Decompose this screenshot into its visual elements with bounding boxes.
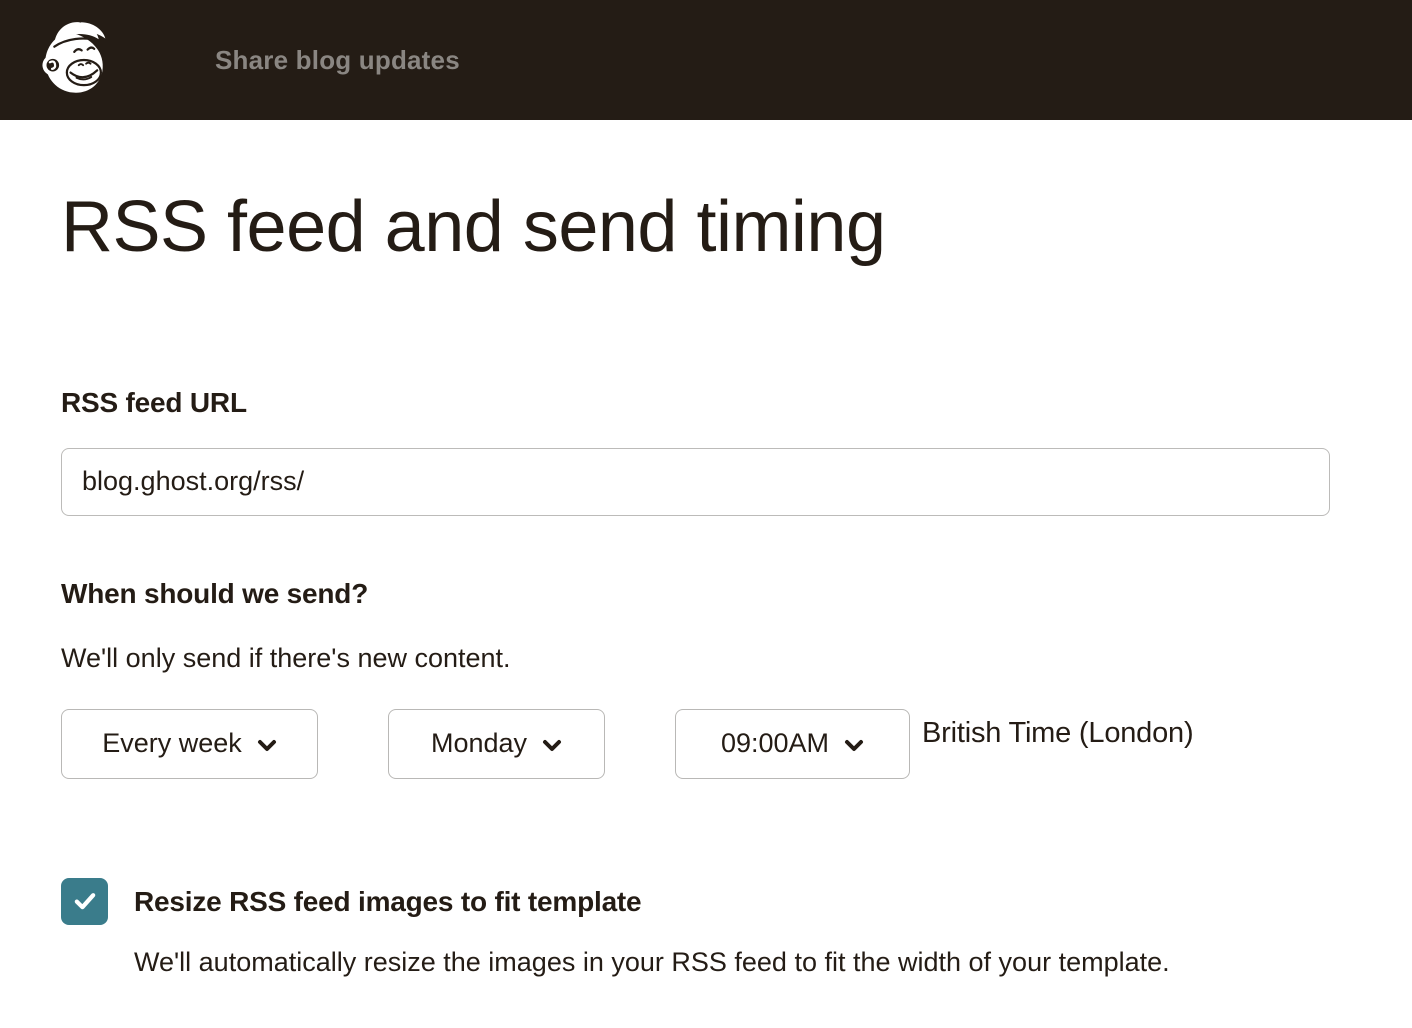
send-timing-heading: When should we send? xyxy=(61,578,1330,610)
timezone-label: British Time (London) xyxy=(922,709,1193,750)
campaign-title: Share blog updates xyxy=(215,45,460,76)
rss-url-label: RSS feed URL xyxy=(61,387,1330,419)
time-select-value: 09:00AM xyxy=(721,728,829,759)
frequency-select[interactable]: Every week xyxy=(61,709,318,779)
frequency-select-value: Every week xyxy=(102,728,242,759)
checkmark-icon xyxy=(71,887,99,915)
resize-option-row: Resize RSS feed images to fit template W… xyxy=(61,878,1330,978)
send-timing-subtext: We'll only send if there's new content. xyxy=(61,643,1330,674)
send-timing-controls: Every week Monday 09:00AM British Time (… xyxy=(61,709,1330,779)
page-title: RSS feed and send timing xyxy=(61,186,1330,269)
day-select-value: Monday xyxy=(431,728,527,759)
mailchimp-logo[interactable] xyxy=(38,15,112,105)
day-select[interactable]: Monday xyxy=(388,709,605,779)
main-content: RSS feed and send timing RSS feed URL Wh… xyxy=(0,186,1412,978)
chevron-down-icon xyxy=(257,739,277,752)
rss-url-input[interactable] xyxy=(61,448,1330,516)
top-bar: Share blog updates xyxy=(0,0,1412,120)
time-select[interactable]: 09:00AM xyxy=(675,709,910,779)
chevron-down-icon xyxy=(542,739,562,752)
resize-images-checkbox[interactable] xyxy=(61,878,108,925)
mailchimp-freddie-icon xyxy=(38,15,112,105)
resize-option-label: Resize RSS feed images to fit template xyxy=(134,878,1170,918)
resize-option-text: Resize RSS feed images to fit template W… xyxy=(134,878,1170,978)
resize-option-description: We'll automatically resize the images in… xyxy=(134,947,1170,978)
chevron-down-icon xyxy=(844,739,864,752)
